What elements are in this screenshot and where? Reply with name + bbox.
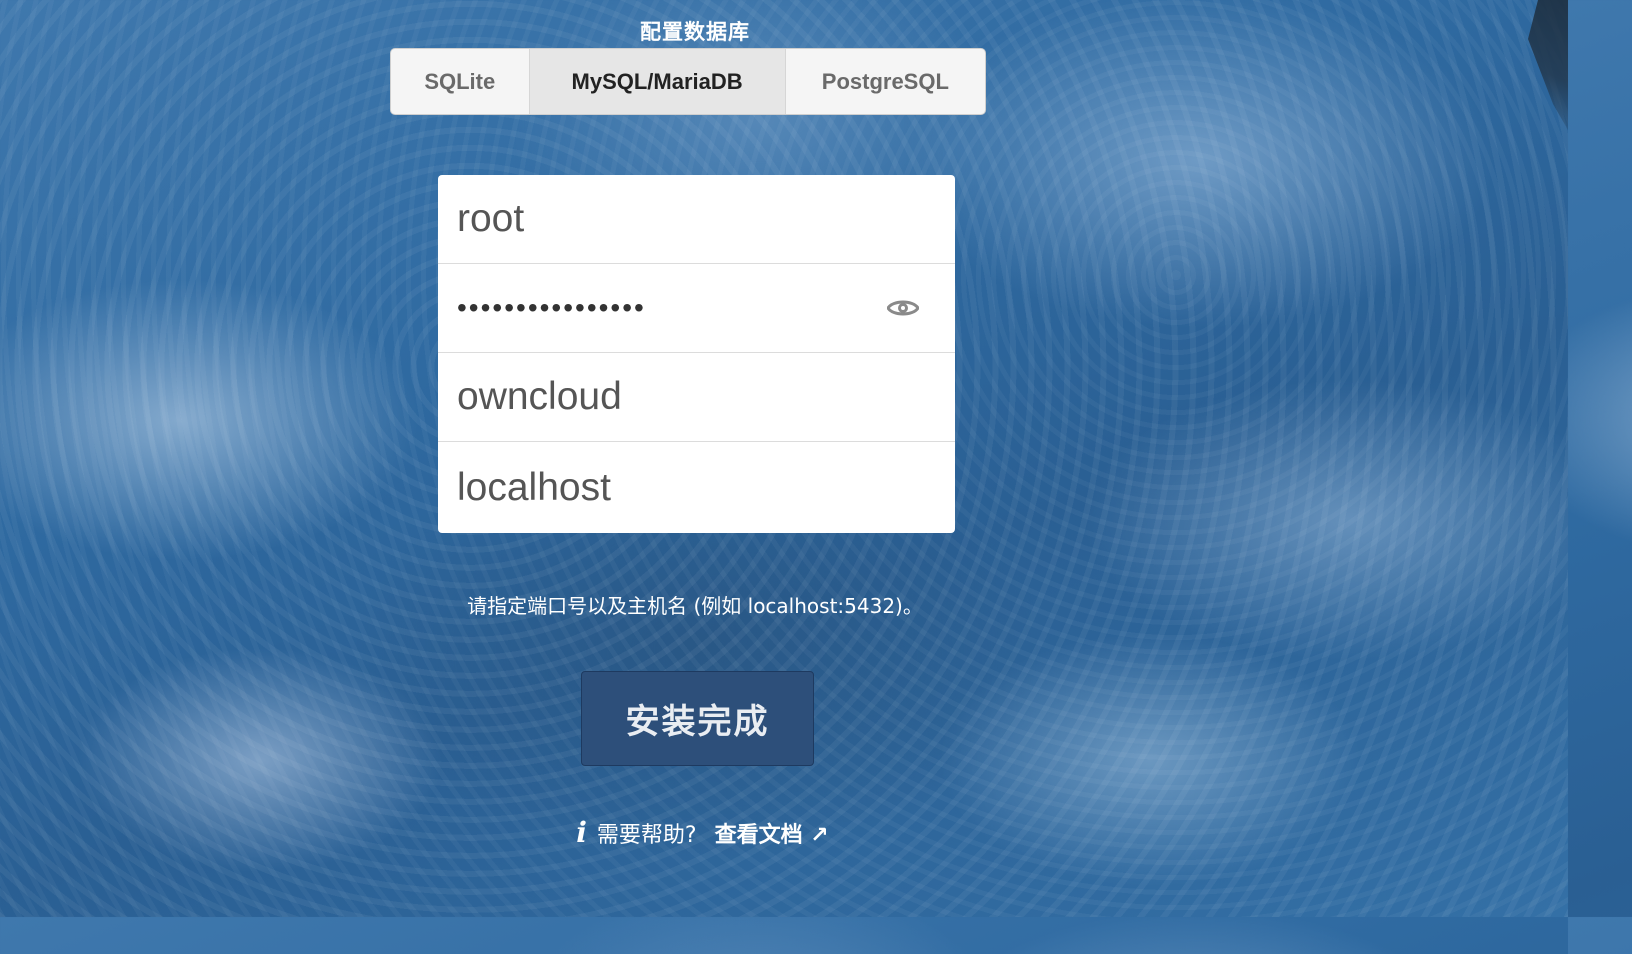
db-host-row: localhost [438,442,955,533]
tab-postgresql[interactable]: PostgreSQL [786,49,985,114]
finish-setup-button[interactable]: 安装完成 [581,671,814,766]
tab-sqlite[interactable]: SQLite [391,49,530,114]
db-host-hint: 请指定端口号以及主机名 (例如 localhost:5432)。 [467,594,923,618]
eye-icon[interactable] [887,297,919,319]
db-host-field[interactable]: localhost [457,442,877,533]
background-decoration [1528,0,1568,130]
database-config-heading: 配置数据库 [640,20,750,44]
database-type-selector: SQLite MySQL/MariaDB PostgreSQL [390,48,986,115]
help-row: i 需要帮助? 查看文档 ↗ [0,816,1405,849]
db-name-row: owncloud [438,353,955,442]
db-password-row: •••••••••••••••• [438,264,955,353]
db-name-field[interactable]: owncloud [457,353,877,441]
db-user-row: root [438,175,955,264]
db-password-field[interactable]: •••••••••••••••• [457,264,877,352]
view-docs-link[interactable]: 查看文档 ↗ [715,817,829,849]
info-icon: i [576,816,587,849]
database-credentials-form: root •••••••••••••••• owncloud localhost [438,175,955,533]
db-user-field[interactable]: root [457,175,877,263]
help-text: 需要帮助? [596,822,697,848]
tab-mysql-mariadb[interactable]: MySQL/MariaDB [529,49,786,114]
